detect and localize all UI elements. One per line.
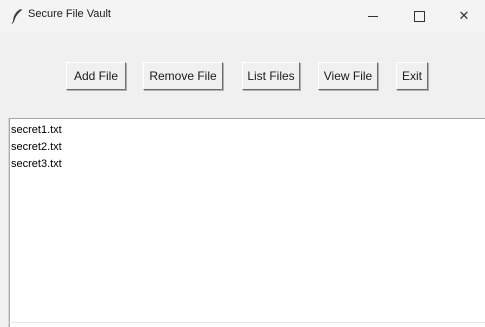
list-item[interactable]: secret3.txt bbox=[11, 156, 62, 173]
toolbar: Add File Remove File List Files View Fil… bbox=[0, 32, 485, 118]
add-file-button[interactable]: Add File bbox=[66, 62, 126, 90]
window-title: Secure File Vault bbox=[28, 8, 111, 20]
list-item[interactable]: secret1.txt bbox=[11, 122, 62, 139]
maximize-icon bbox=[413, 10, 425, 22]
main-window: Secure File Vault ✕ Add File Remove File… bbox=[0, 0, 485, 327]
close-icon: ✕ bbox=[458, 8, 470, 24]
bottom-divider bbox=[9, 322, 485, 323]
remove-file-button[interactable]: Remove File bbox=[143, 62, 223, 90]
exit-button[interactable]: Exit bbox=[396, 62, 428, 90]
list-item[interactable]: secret2.txt bbox=[11, 139, 62, 156]
maximize-button[interactable] bbox=[396, 0, 442, 32]
minimize-button[interactable] bbox=[350, 0, 396, 32]
list-files-button[interactable]: List Files bbox=[242, 62, 300, 90]
title-bar[interactable]: Secure File Vault ✕ bbox=[0, 0, 485, 32]
close-button[interactable]: ✕ bbox=[441, 0, 485, 32]
minimize-icon bbox=[368, 15, 378, 17]
feather-icon bbox=[10, 8, 24, 24]
file-listbox[interactable]: secret1.txt secret2.txt secret3.txt bbox=[9, 118, 485, 327]
view-file-button[interactable]: View File bbox=[318, 62, 378, 90]
